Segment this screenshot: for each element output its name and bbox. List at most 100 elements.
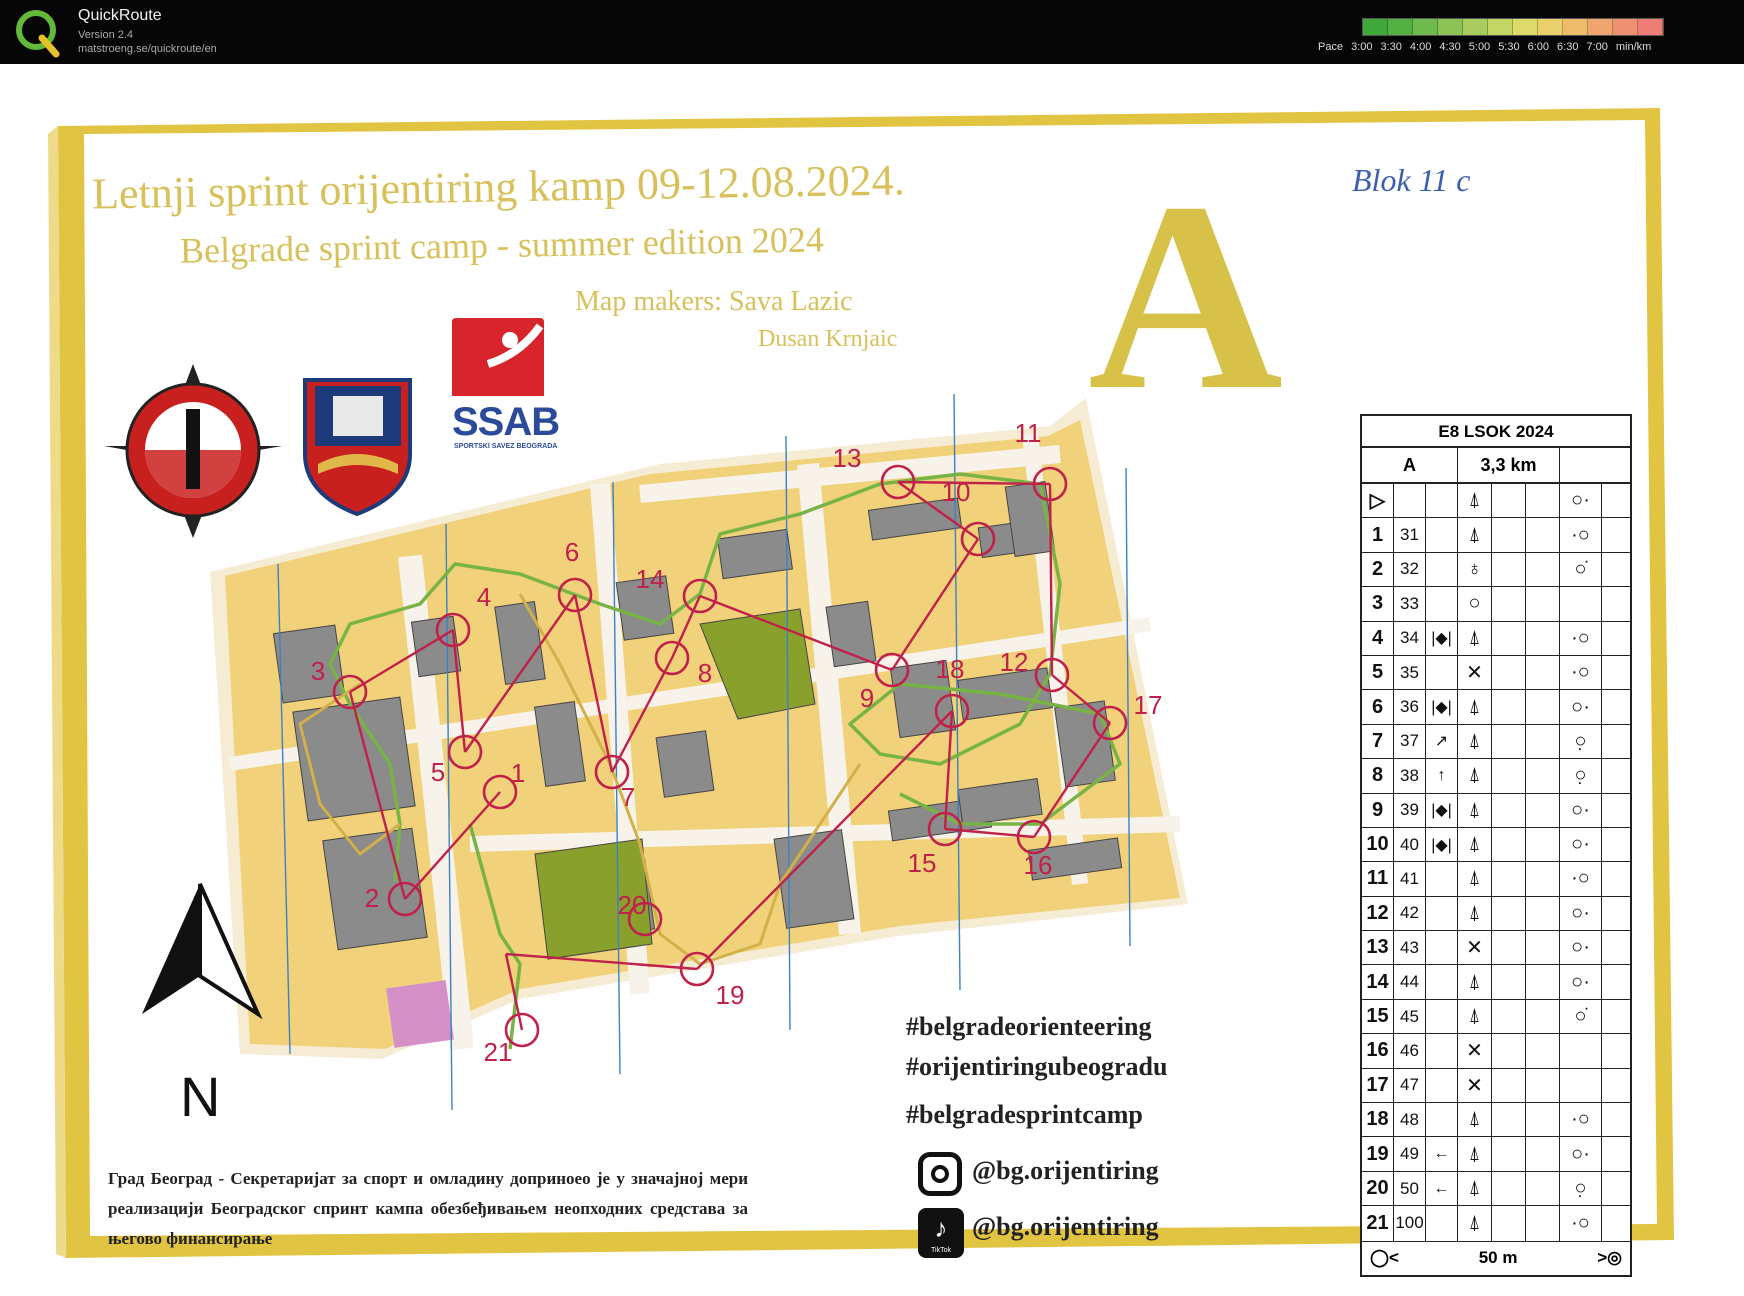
control-code: 50: [1394, 1171, 1426, 1206]
control-code: 100: [1394, 1206, 1426, 1241]
orienteering-map-sheet[interactable]: 1 2 3 4 5 6 7 8 9 10 11 12 13 14 15 16 17 18 19 20 21 Letnji…: [0, 64, 1744, 1296]
sponsor-text: Град Београд - Секретаријат за спорт и о…: [108, 1169, 748, 1248]
control-dimension: [1526, 1171, 1560, 1206]
control-other: [1602, 1000, 1630, 1033]
control-position-icon: ○̣: [1560, 724, 1602, 759]
control-dimension: [1526, 896, 1560, 931]
control-number: 12: [1000, 647, 1029, 677]
control-number: 4: [1362, 621, 1394, 655]
control-number: 8: [698, 658, 712, 688]
pace-label: 4:30: [1439, 41, 1461, 53]
control-code: 39: [1394, 793, 1426, 827]
control-description-row: 10 40 |◆| ⍋ ○·: [1362, 827, 1630, 863]
control-feature-icon: ⍋: [1458, 759, 1492, 793]
control-feature-icon: ✕: [1458, 1068, 1492, 1103]
control-feature-icon: ⍋: [1458, 1103, 1492, 1137]
control-dimension: [1526, 999, 1560, 1034]
tiktok-icon: ♪ TikTok: [918, 1208, 964, 1258]
north-letter: N: [180, 1065, 221, 1128]
control-appearance: [1492, 655, 1526, 690]
control-detail: [1426, 965, 1458, 999]
control-position-icon: ○·: [1560, 690, 1602, 724]
control-description-row: 7 37 ↗ ⍋ ○̣: [1362, 724, 1630, 760]
control-code: 40: [1394, 827, 1426, 862]
control-number: 20: [618, 890, 647, 920]
ssab-logo: [452, 318, 544, 396]
control-feature-icon: ♁: [1458, 552, 1492, 587]
control-code: 44: [1394, 965, 1426, 999]
control-feature-icon: ⍋: [1458, 896, 1492, 931]
control-feature-icon: ⍋: [1458, 1171, 1492, 1206]
control-detail: [1426, 931, 1458, 965]
control-feature-icon: ⍋: [1458, 621, 1492, 655]
pace-color-segment: [1363, 19, 1388, 35]
pace-color-segment: [1388, 19, 1413, 35]
pace-color-segment: [1463, 19, 1488, 35]
ssab-logo-subtitle: SPORTSKI SAVEZ BEOGRADA: [454, 443, 558, 450]
control-feature-icon: ○: [1458, 587, 1492, 621]
control-other: [1602, 828, 1630, 861]
control-detail: [1426, 862, 1458, 896]
control-position-icon: ○·: [1560, 793, 1602, 827]
control-number: 5: [431, 757, 445, 787]
instagram-handle: @bg.orijentiring: [972, 1156, 1159, 1185]
hashtag-2: #orijentiringubeogradu: [906, 1052, 1168, 1081]
pace-color-segment: [1513, 19, 1538, 35]
control-description-row: 11 41 ⍋ ·○: [1362, 862, 1630, 897]
control-other: [1602, 587, 1630, 620]
control-dimension: [1526, 1034, 1560, 1068]
control-dimension: [1526, 1103, 1560, 1137]
pace-color-segment: [1538, 19, 1563, 35]
control-number: 18: [1362, 1103, 1394, 1137]
control-appearance: [1492, 1171, 1526, 1206]
control-code: 33: [1394, 587, 1426, 621]
control-number: 12: [1362, 896, 1394, 931]
quickroute-header: QuickRoute Version 2.4 matstroeng.se/qui…: [0, 0, 1744, 64]
control-number: 3: [1362, 587, 1394, 621]
control-dimension: [1526, 518, 1560, 552]
control-feature-icon: ⍋: [1458, 793, 1492, 827]
control-feature-icon: ⍋: [1458, 999, 1492, 1034]
control-other: [1602, 931, 1630, 964]
control-number: 7: [621, 782, 635, 812]
control-dimension: [1526, 1137, 1560, 1171]
control-other: [1602, 897, 1630, 930]
control-number: 15: [908, 848, 937, 878]
control-number: 11: [1362, 862, 1394, 896]
control-dimension: [1526, 1068, 1560, 1103]
control-position-icon: ○̣: [1560, 759, 1602, 793]
control-dimension: [1526, 1206, 1560, 1241]
control-description-row: 6 36 |◆| ⍋ ○·: [1362, 690, 1630, 725]
pace-color-segment: [1438, 19, 1463, 35]
course-header-row: A 3,3 km: [1362, 448, 1630, 484]
control-number: 14: [1362, 965, 1394, 999]
pace-color-segment: [1413, 19, 1438, 35]
control-number: 1: [511, 758, 525, 788]
control-number: 7: [1362, 724, 1394, 759]
control-number: 13: [833, 443, 862, 473]
control-number: 21: [1362, 1206, 1394, 1241]
tiktok-handle: @bg.orijentiring: [972, 1212, 1159, 1241]
control-number: 18: [936, 654, 965, 684]
app-url[interactable]: matstroeng.se/quickroute/en: [78, 43, 217, 55]
control-dimension: [1526, 587, 1560, 621]
control-dimension: [1526, 724, 1560, 759]
control-number: 15: [1362, 999, 1394, 1034]
control-position-icon: ○·: [1560, 1137, 1602, 1171]
control-detail: [1426, 518, 1458, 552]
pace-color-segment: [1613, 19, 1638, 35]
control-number: 19: [1362, 1137, 1394, 1171]
control-position-icon: ○̣: [1560, 1171, 1602, 1206]
control-number: 20: [1362, 1171, 1394, 1206]
control-other: [1602, 1172, 1630, 1205]
control-dimension: [1526, 931, 1560, 965]
pace-color-segment: [1638, 19, 1663, 35]
course-distance: 3,3 km: [1458, 448, 1560, 482]
control-feature-icon: ✕: [1458, 931, 1492, 965]
pace-label: 5:30: [1498, 41, 1520, 53]
control-feature-icon: ⍋: [1458, 690, 1492, 724]
hashtag-1: #belgradeorienteering: [906, 1012, 1152, 1041]
control-appearance: [1492, 827, 1526, 862]
control-number: 4: [477, 582, 491, 612]
pace-label: 3:00: [1351, 41, 1373, 53]
